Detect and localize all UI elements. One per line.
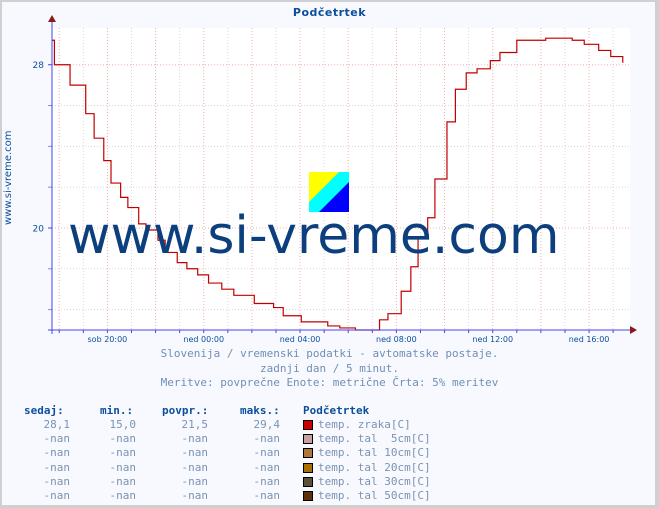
stats-cell-min: -nan <box>109 489 137 502</box>
watermark: www.si-vreme.com <box>68 206 560 266</box>
legend-label: temp. tal 20cm[C] <box>318 460 431 474</box>
stats-cell-max: -nan <box>253 432 281 446</box>
stats-cell-avg: -nan <box>181 460 209 474</box>
stats-cell-min: 15,0 <box>109 418 137 431</box>
legend-label: temp. zraka[C] <box>318 418 411 431</box>
stats-cell-now: -nan <box>43 474 71 488</box>
stats-cell-min: -nan <box>109 446 137 460</box>
stats-cell-avg: -nan <box>181 489 209 502</box>
stats-cell-now: 28,1 <box>43 418 71 431</box>
stats-cell-max: -nan <box>253 474 281 488</box>
x-tick-label: ned 12:00 <box>472 335 513 344</box>
stats-cell-avg: -nan <box>181 474 209 488</box>
header-avg: povpr.: <box>162 404 209 417</box>
stats-cell-min: -nan <box>109 432 137 446</box>
stats-cell-max: -nan <box>253 446 281 460</box>
stats-cell-now: -nan <box>43 432 71 446</box>
footer-line-2: zadnji dan / 5 minut. <box>259 362 400 375</box>
footer-line-1: Slovenija / vremenski podatki - avtomats… <box>160 347 499 360</box>
header-station: Podčetrtek <box>303 404 370 417</box>
header-now: sedaj: <box>24 404 64 417</box>
x-tick-label: ned 16:00 <box>569 335 610 344</box>
legend-swatch <box>303 491 313 501</box>
footer-line-3: Meritve: povprečne Enote: metrične Črta:… <box>160 376 499 389</box>
stats-cell-max: -nan <box>253 460 281 474</box>
stats-cell-min: -nan <box>109 474 137 488</box>
stats-cell-min: -nan <box>109 460 137 474</box>
x-tick-label: sob 20:00 <box>88 335 128 344</box>
header-max: maks.: <box>240 404 280 417</box>
stats-cell-avg: -nan <box>181 446 209 460</box>
y-axis-arrow-icon <box>48 15 56 22</box>
chart-plot: 28 20 sob 20:00 ned 00:00 ned 04:00 ned 08:00… <box>33 15 637 344</box>
stats-cell-avg: -nan <box>181 432 209 446</box>
stats-cell-now: -nan <box>43 460 71 474</box>
stats-cell-max: -nan <box>253 489 281 502</box>
stats-cell-now: -nan <box>43 446 71 460</box>
x-tick-label: ned 00:00 <box>183 335 224 344</box>
legend-swatch <box>303 462 313 473</box>
y-tick-label: 20 <box>33 224 45 234</box>
legend-swatch <box>303 476 313 487</box>
legend-swatch <box>303 420 313 430</box>
legend-swatch <box>303 434 313 445</box>
legend-label: temp. tal 5cm[C] <box>318 432 431 446</box>
x-tick-label: ned 08:00 <box>376 335 417 344</box>
legend-label: temp. tal 50cm[C] <box>318 489 431 502</box>
legend-label: temp. tal 30cm[C] <box>318 474 431 488</box>
y-tick-label: 28 <box>33 61 45 71</box>
legend-swatch <box>303 448 313 459</box>
stats-cell-avg: 21,5 <box>181 418 209 431</box>
stats-cell-now: -nan <box>43 489 71 502</box>
stats-cell-max: 29,4 <box>253 418 281 431</box>
x-tick-label: ned 04:00 <box>280 335 321 344</box>
legend-label: temp. tal 10cm[C] <box>318 446 431 460</box>
header-min: min.: <box>100 404 134 417</box>
x-axis-arrow-icon <box>630 326 637 334</box>
